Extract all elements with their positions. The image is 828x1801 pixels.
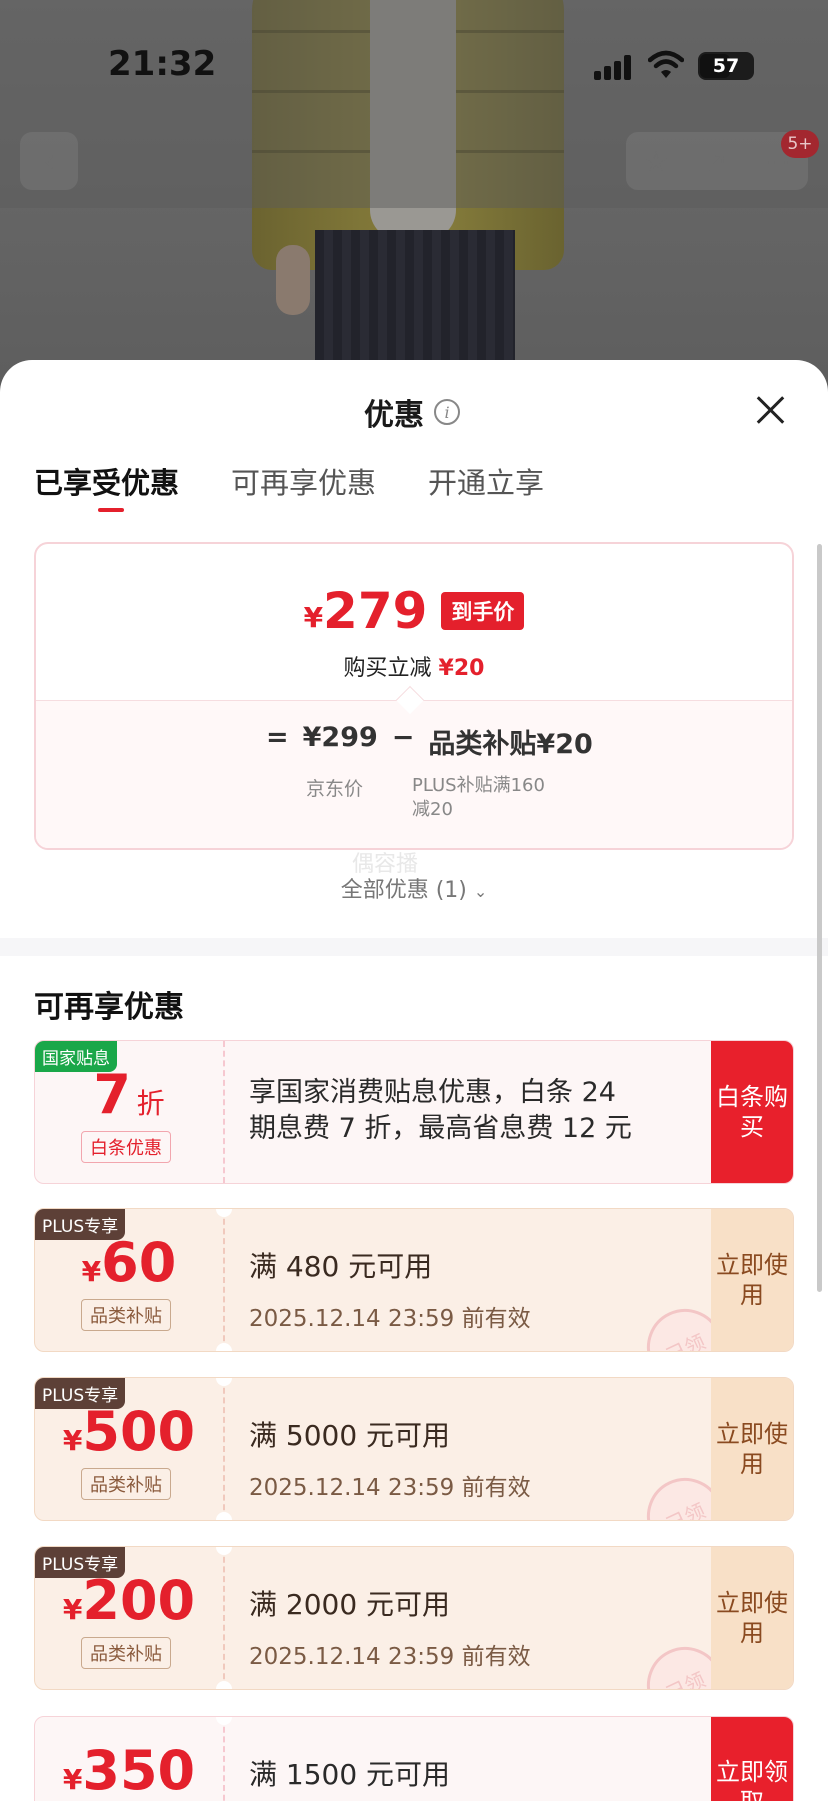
use-now-button[interactable]: 立即使用 xyxy=(711,1378,793,1520)
back-button[interactable]: ‹ xyxy=(20,132,78,190)
coupon-condition: 满 5000 元可用 xyxy=(249,1419,451,1452)
coupon-card: PLUS专享 ¥500 品类补贴 满 5000 元可用 2025.12.14 2… xyxy=(34,1377,794,1521)
coupon-type: 品类补贴 xyxy=(81,1637,171,1669)
scrollbar[interactable] xyxy=(817,544,822,1292)
trousers-image xyxy=(315,230,515,380)
close-icon[interactable] xyxy=(750,390,790,430)
chevron-down-icon: ⌄ xyxy=(473,882,488,901)
coupon-card: ¥350 满 1500 元可用 立即领取 xyxy=(34,1716,794,1801)
coupon-expiry: 2025.12.14 23:59 前有效 xyxy=(249,1306,531,1332)
coupon-expiry: 2025.12.14 23:59 前有效 xyxy=(249,1475,531,1501)
chevron-left-icon: ‹ xyxy=(43,143,55,179)
subsidy-amount: 品类补贴¥20 xyxy=(428,729,593,760)
status-time: 21:32 xyxy=(108,44,217,84)
baitiao-buy-button[interactable]: 白条购买 xyxy=(711,1041,793,1183)
coupon-type: 白条优惠 xyxy=(81,1131,171,1163)
coupon-description: 享国家消费贴息优惠，白条 24 期息费 7 折，最高省息费 12 元 xyxy=(249,1077,632,1144)
tab-enjoyed[interactable]: 已享受优惠 xyxy=(34,460,179,516)
coupon-card: PLUS专享 ¥60 品类补贴 满 480 元可用 2025.12.14 23:… xyxy=(34,1208,794,1352)
coupon-amount: ¥500 xyxy=(62,1400,196,1463)
coupon-card: 国家贴息 7 折 白条优惠 享国家消费贴息优惠，白条 24 期息费 7 折，最高… xyxy=(34,1040,794,1184)
final-price-value: 279 xyxy=(323,582,428,640)
star-icon[interactable]: ☆ xyxy=(644,145,669,178)
original-price-label: 京东价 xyxy=(306,778,364,800)
info-icon[interactable]: i xyxy=(434,399,460,425)
cart-badge: 5+ xyxy=(781,130,819,158)
battery-level: 57 xyxy=(712,55,740,77)
claim-now-button[interactable]: 立即领取 xyxy=(711,1717,793,1801)
offers-sheet: 优惠 i 已享受优惠 可再享优惠 开通立享 ¥279 到手价 购买立减 ¥20 … xyxy=(0,360,828,1801)
final-price: ¥279 到手价 xyxy=(36,582,792,640)
use-now-button[interactable]: 立即使用 xyxy=(711,1209,793,1351)
coupon-condition: 满 1500 元可用 xyxy=(249,1758,451,1791)
original-price: ¥299 xyxy=(302,722,378,753)
final-price-tag: 到手价 xyxy=(441,592,525,630)
wifi-icon xyxy=(648,50,684,78)
coupon-expiry: 2025.12.14 23:59 前有效 xyxy=(249,1644,531,1670)
coupon-type: 品类补贴 xyxy=(81,1468,171,1500)
signal-icon xyxy=(594,54,634,80)
use-now-button[interactable]: 立即使用 xyxy=(711,1547,793,1689)
hand-image xyxy=(276,245,310,315)
coupon-amount: ¥350 xyxy=(62,1739,196,1801)
all-offers-toggle[interactable]: 全部优惠 (1) ⌄ xyxy=(0,872,828,904)
coupon-condition: 满 480 元可用 xyxy=(249,1250,433,1283)
subsidy-label: PLUS补贴满160减20 xyxy=(412,775,545,820)
share-icon[interactable]: ↗ xyxy=(704,145,727,178)
offer-tabs: 已享受优惠 可再享优惠 开通立享 xyxy=(34,460,544,516)
price-formula: = ¥299 − 品类补贴¥20 xyxy=(266,722,593,760)
coupon-amount: ¥60 xyxy=(81,1231,177,1294)
sheet-title: 优惠 xyxy=(364,398,424,433)
section-title: 可再享优惠 xyxy=(34,990,184,1025)
tab-more-offers[interactable]: 可再享优惠 xyxy=(231,460,376,516)
tab-activate[interactable]: 开通立享 xyxy=(428,460,544,516)
coupon-condition: 满 2000 元可用 xyxy=(249,1588,451,1621)
instant-discount: 购买立减 ¥20 xyxy=(343,656,485,681)
coupon-type: 品类补贴 xyxy=(81,1299,171,1331)
price-breakdown-card: ¥279 到手价 购买立减 ¥20 = ¥299 − 品类补贴¥20 京东价 P… xyxy=(34,542,794,850)
coupon-amount: 7 折 xyxy=(93,1063,165,1126)
battery-icon: 57 xyxy=(698,52,754,80)
coupon-amount: ¥200 xyxy=(62,1569,196,1632)
coupon-card: PLUS专享 ¥200 品类补贴 满 2000 元可用 2025.12.14 2… xyxy=(34,1546,794,1690)
